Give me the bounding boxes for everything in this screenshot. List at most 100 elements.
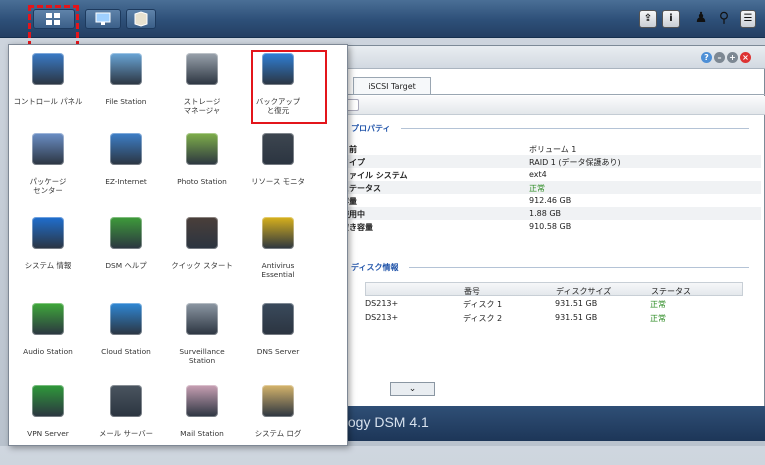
app-photo-station[interactable]: Photo Station <box>167 133 237 213</box>
app-label: Photo Station <box>177 177 227 186</box>
disk-number: ディスク 1 <box>463 300 503 309</box>
storage-manager-window: ? – + × iSCSI Target プロパティ 名前 ボリューム 1 タイ… <box>330 45 765 441</box>
app-vpn-server[interactable]: VPN Server <box>13 385 83 465</box>
table-row[interactable]: DS213+ ディスク 2 931.51 GB 正常 <box>365 310 743 324</box>
photo-station-icon <box>186 133 218 165</box>
system-info-icon <box>32 217 64 249</box>
monitor-icon <box>95 12 111 25</box>
property-row: 名前 ボリューム 1 <box>341 142 761 155</box>
antivirus-icon <box>262 217 294 249</box>
main-menu-panel: コントロール パネル File Station ストレージ マネージャ バックアップ … <box>8 44 348 446</box>
disk-section-title: ディスク情報 <box>351 263 399 272</box>
app-storage-manager[interactable]: ストレージ マネージャ <box>167 53 237 133</box>
app-file-station[interactable]: File Station <box>91 53 161 133</box>
show-desktop-button[interactable] <box>85 9 121 29</box>
user-icon[interactable]: ♟ <box>692 10 710 28</box>
vpn-server-icon <box>32 385 64 417</box>
property-row: タイプ RAID 1 (データ保護あり) <box>341 155 761 168</box>
help-icon[interactable]: ? <box>701 52 712 63</box>
property-value: ext4 <box>529 170 547 179</box>
app-label: Antivirus Essential <box>261 261 295 279</box>
app-package-center[interactable]: パッケージ センター <box>13 133 83 213</box>
close-icon[interactable]: × <box>740 52 751 63</box>
disk-host: DS213+ <box>365 313 399 322</box>
app-label: ストレージ マネージャ <box>183 97 221 115</box>
app-ez-internet[interactable]: EZ-Internet <box>91 133 161 213</box>
app-mail-station[interactable]: Mail Station <box>167 385 237 465</box>
ez-internet-icon <box>110 133 142 165</box>
chevron-down-icon[interactable]: ⌄ <box>390 382 435 396</box>
info-icon[interactable]: i <box>662 10 680 28</box>
app-cloud-station[interactable]: Cloud Station <box>91 303 161 383</box>
app-label: メール サーバー <box>98 429 153 438</box>
app-quick-start[interactable]: クイック スタート <box>167 217 237 297</box>
disk-table-header: 番号 ディスクサイズ ステータス <box>365 282 743 296</box>
audio-station-icon <box>32 303 64 335</box>
app-dns-server[interactable]: DNS Server <box>243 303 313 383</box>
property-label: ファイル システム <box>341 171 408 180</box>
disk-size: 931.51 GB <box>555 313 598 322</box>
package-center-icon <box>32 133 64 165</box>
minimize-icon[interactable]: – <box>714 52 725 63</box>
app-system-info[interactable]: システム 情報 <box>13 217 83 297</box>
disk-status: 正常 <box>650 314 666 323</box>
property-row: 使用中 1.88 GB <box>341 207 761 220</box>
upload-icon[interactable]: ⇪ <box>639 10 657 28</box>
property-value: 912.46 GB <box>529 196 572 205</box>
app-label: システム 情報 <box>24 261 72 270</box>
app-resource-monitor[interactable]: リソース モニタ <box>243 133 313 213</box>
app-label: システム ログ <box>254 429 302 438</box>
app-label: File Station <box>105 97 147 106</box>
storage-manager-icon <box>186 53 218 85</box>
property-value: 正常 <box>529 184 545 193</box>
app-audio-station[interactable]: Audio Station <box>13 303 83 383</box>
app-label: DNS Server <box>256 347 300 356</box>
app-dsm-help[interactable]: DSM ヘルプ <box>91 217 161 297</box>
mail-station-icon <box>186 385 218 417</box>
subtoolbar <box>331 96 765 115</box>
app-label: VPN Server <box>27 429 69 438</box>
widgets-icon[interactable]: ☰ <box>740 10 756 28</box>
app-label: パッケージ センター <box>29 177 67 195</box>
tab-divider <box>331 94 765 95</box>
window-titlebar: ? – + × <box>331 46 765 69</box>
taskbar: ⇪ i ♟ ⚲ ☰ <box>0 0 765 47</box>
property-value: 1.88 GB <box>529 209 562 218</box>
app-antivirus[interactable]: Antivirus Essential <box>243 217 313 297</box>
disk-number: ディスク 2 <box>463 314 503 323</box>
app-label: コントロール パネル <box>13 97 83 106</box>
package-center-button[interactable] <box>126 9 156 29</box>
app-system-log[interactable]: システム ログ <box>243 385 313 465</box>
properties-divider <box>401 128 749 129</box>
app-surveillance[interactable]: Surveillance Station <box>167 303 237 383</box>
property-value: RAID 1 (データ保護あり) <box>529 158 621 167</box>
app-label: Surveillance Station <box>179 347 225 365</box>
app-control-panel[interactable]: コントロール パネル <box>13 53 83 133</box>
dsm-help-icon <box>110 217 142 249</box>
package-icon <box>134 11 148 27</box>
property-row: 空き容量 910.58 GB <box>341 220 761 233</box>
desktop-banner: ology DSM 4.1 <box>331 406 765 441</box>
file-station-icon <box>110 53 142 85</box>
tab-iscsi-target[interactable]: iSCSI Target <box>353 77 431 94</box>
app-label: DSM ヘルプ <box>105 261 147 270</box>
mail-server-icon <box>110 385 142 417</box>
brand-text: ology DSM 4.1 <box>337 414 429 430</box>
app-label: Audio Station <box>23 347 73 356</box>
control-panel-icon <box>32 53 64 85</box>
app-label: Cloud Station <box>101 347 151 356</box>
backup-highlight <box>251 50 327 124</box>
system-log-icon <box>262 385 294 417</box>
table-row[interactable]: DS213+ ディスク 1 931.51 GB 正常 <box>365 296 743 310</box>
disk-status: 正常 <box>650 300 666 309</box>
maximize-icon[interactable]: + <box>727 52 738 63</box>
search-icon[interactable]: ⚲ <box>715 10 733 28</box>
surveillance-icon <box>186 303 218 335</box>
app-mail-server[interactable]: メール サーバー <box>91 385 161 465</box>
property-value: 910.58 GB <box>529 222 572 231</box>
cloud-station-icon <box>110 303 142 335</box>
property-row: ファイル システム ext4 <box>341 168 761 181</box>
disk-host: DS213+ <box>365 299 399 308</box>
main-menu-highlight <box>28 5 79 47</box>
quick-start-icon <box>186 217 218 249</box>
